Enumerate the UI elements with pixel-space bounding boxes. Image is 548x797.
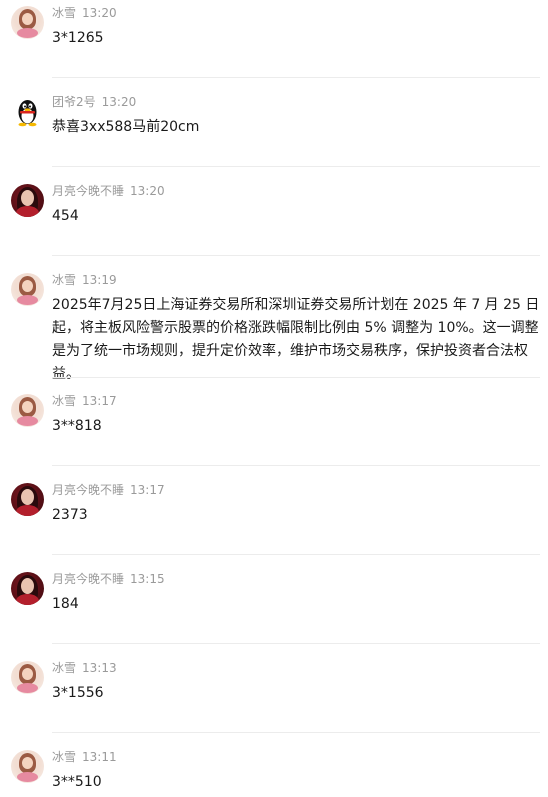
divider [52,377,540,378]
message-item[interactable]: 月亮今晚不睡 13:17 2373 [0,477,548,556]
message-time: 13:15 [130,572,165,586]
divider [52,554,540,555]
sender-name[interactable]: 月亮今晚不睡 [52,483,124,497]
bingxue-avatar[interactable] [11,750,44,783]
message-meta: 冰雪 13:17 [52,394,117,408]
message-text: 3**510 [52,774,102,790]
divider [52,166,540,167]
message-text: 3*1265 [52,30,104,46]
bingxue-avatar[interactable] [11,6,44,39]
sender-name[interactable]: 冰雪 [52,394,76,408]
message-item[interactable]: 月亮今晚不睡 13:20 454 [0,178,548,257]
yueliang-avatar[interactable] [11,572,44,605]
sender-name[interactable]: 冰雪 [52,273,76,287]
sender-name[interactable]: 冰雪 [52,750,76,764]
message-text: 2373 [52,507,88,523]
sender-name[interactable]: 冰雪 [52,6,76,20]
message-meta: 月亮今晚不睡 13:17 [52,483,165,497]
message-text: 184 [52,596,79,612]
message-time: 13:11 [82,750,117,764]
bingxue-avatar[interactable] [11,661,44,694]
message-meta: 团爷2号 13:20 [52,95,136,109]
message-time: 13:13 [82,661,117,675]
message-meta: 冰雪 13:20 [52,6,117,20]
message-time: 13:17 [82,394,117,408]
sender-name[interactable]: 月亮今晚不睡 [52,184,124,198]
message-meta: 月亮今晚不睡 13:15 [52,572,165,586]
yueliang-avatar[interactable] [11,184,44,217]
sender-name[interactable]: 团爷2号 [52,95,96,109]
message-time: 13:17 [130,483,165,497]
sender-name[interactable]: 月亮今晚不睡 [52,572,124,586]
message-item[interactable]: 团爷2号 13:20 恭喜3xx588马前20cm [0,89,548,168]
message-time: 13:20 [130,184,165,198]
message-meta: 冰雪 13:11 [52,750,117,764]
divider [52,255,540,256]
message-text: 3*1556 [52,685,104,701]
message-item[interactable]: 月亮今晚不睡 13:15 184 [0,566,548,645]
message-meta: 冰雪 13:19 [52,273,117,287]
divider [52,465,540,466]
divider [52,77,540,78]
message-item[interactable]: 冰雪 13:13 3*1556 [0,655,548,734]
divider [52,643,540,644]
message-meta: 月亮今晚不睡 13:20 [52,184,165,198]
bingxue-avatar[interactable] [11,394,44,427]
message-text: 2025年7月25日上海证券交易所和深圳证券交易所计划在 2025 年 7 月 … [52,297,540,382]
bingxue-avatar[interactable] [11,273,44,306]
message-feed: 冰雪 13:20 3*1265 团爷2号 13:20 恭喜3xx588马前20cm [0,0,548,797]
qq-penguin-avatar[interactable] [11,95,44,128]
message-text: 3**818 [52,418,102,434]
message-text: 454 [52,208,79,224]
message-item[interactable]: 冰雪 13:20 3*1265 [0,0,548,79]
yueliang-avatar[interactable] [11,483,44,516]
divider [52,732,540,733]
message-time: 13:20 [101,95,137,109]
message-meta: 冰雪 13:13 [52,661,117,675]
message-item[interactable]: 冰雪 13:17 3**818 [0,388,548,467]
message-time: 13:19 [82,273,117,287]
message-text: 恭喜3xx588马前20cm [52,119,200,135]
sender-name[interactable]: 冰雪 [52,661,76,675]
message-time: 13:20 [82,6,117,20]
message-item[interactable]: 冰雪 13:19 2025年7月25日上海证券交易所和深圳证券交易所计划在 202… [0,267,548,382]
message-item[interactable]: 冰雪 13:11 3**510 [0,744,548,797]
